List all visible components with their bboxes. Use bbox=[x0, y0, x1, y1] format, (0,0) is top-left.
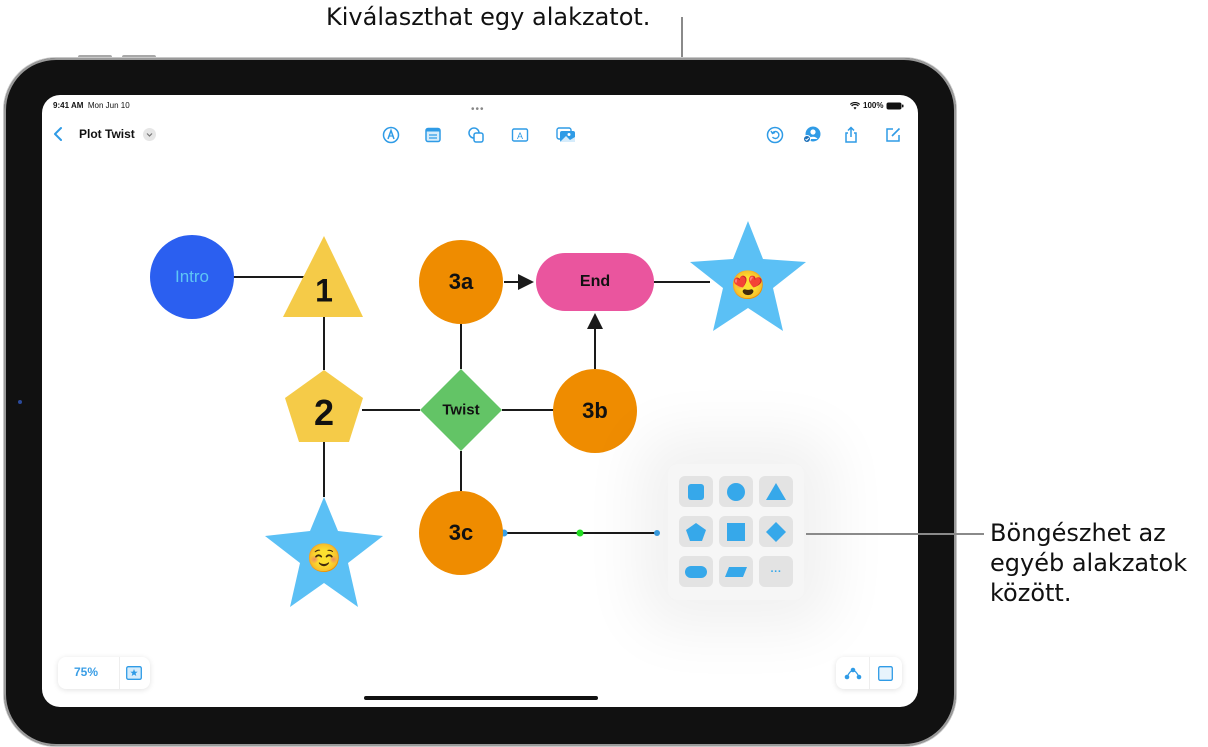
shape-option-square[interactable] bbox=[719, 516, 753, 547]
node-intro-label[interactable]: Intro bbox=[175, 267, 209, 287]
node-twist-label[interactable]: Twist bbox=[442, 402, 479, 419]
parallelogram-icon bbox=[725, 566, 747, 577]
divider bbox=[869, 657, 870, 689]
shape-option-rounded-square[interactable] bbox=[679, 476, 713, 507]
connection-handle-end[interactable] bbox=[654, 530, 660, 536]
pentagon-icon bbox=[686, 522, 706, 541]
home-indicator[interactable] bbox=[364, 696, 598, 700]
shape-option-circle[interactable] bbox=[719, 476, 753, 507]
shape-option-diamond[interactable] bbox=[759, 516, 793, 547]
shape-picker-popover: ··· bbox=[668, 464, 804, 600]
node-3a-label[interactable]: 3a bbox=[449, 269, 473, 295]
shape-option-more[interactable]: ··· bbox=[759, 556, 793, 587]
grid-icon bbox=[877, 665, 893, 681]
node-3c-label[interactable]: 3c bbox=[449, 520, 473, 546]
node-1-label[interactable]: 1 bbox=[315, 273, 333, 310]
pill-icon bbox=[685, 565, 707, 578]
board-canvas[interactable] bbox=[42, 95, 918, 707]
callout-select-shape: Kiválaszthat egy alakzatot. bbox=[326, 3, 651, 31]
triangle-icon bbox=[766, 483, 786, 500]
grid-button[interactable] bbox=[874, 663, 896, 683]
node-2-label[interactable]: 2 bbox=[314, 392, 334, 434]
divider bbox=[119, 657, 120, 689]
callout-browse-shapes: Böngészhet az egyéb alakzatok között. bbox=[990, 518, 1187, 608]
callout-line-right bbox=[806, 533, 984, 535]
node-3b-label[interactable]: 3b bbox=[582, 398, 608, 424]
shape-option-pentagon[interactable] bbox=[679, 516, 713, 547]
callout-line-1: Böngészhet az bbox=[990, 519, 1166, 547]
square-icon bbox=[727, 522, 745, 541]
star-box-icon bbox=[126, 666, 142, 680]
node-star-love-emoji[interactable]: 😍 bbox=[731, 269, 766, 302]
node-star-smile-emoji[interactable]: ☺️ bbox=[307, 542, 342, 575]
shape-option-parallelogram[interactable] bbox=[719, 556, 753, 587]
more-icon: ··· bbox=[770, 565, 782, 578]
circle-icon bbox=[727, 482, 745, 501]
diamond-icon bbox=[766, 521, 786, 542]
callout-line-3: között. bbox=[990, 579, 1072, 607]
shape-option-pill[interactable] bbox=[679, 556, 713, 587]
connection-icon bbox=[844, 667, 862, 680]
favorites-button[interactable] bbox=[124, 664, 144, 682]
rounded-square-icon bbox=[688, 483, 704, 500]
screen: 9:41 AM Mon Jun 10 ••• 100% Plot Twist A bbox=[42, 95, 918, 707]
zoom-level-button[interactable]: 75% bbox=[74, 665, 98, 679]
callout-line-2: egyéb alakzatok bbox=[990, 549, 1188, 577]
connection-handle-mid[interactable] bbox=[576, 529, 584, 537]
view-controls bbox=[836, 657, 902, 689]
zoom-controls: 75% bbox=[58, 657, 150, 689]
camera-icon bbox=[18, 400, 22, 404]
shape-option-triangle[interactable] bbox=[759, 476, 793, 507]
connection-mode-button[interactable] bbox=[842, 663, 864, 683]
node-end-label[interactable]: End bbox=[580, 273, 610, 291]
